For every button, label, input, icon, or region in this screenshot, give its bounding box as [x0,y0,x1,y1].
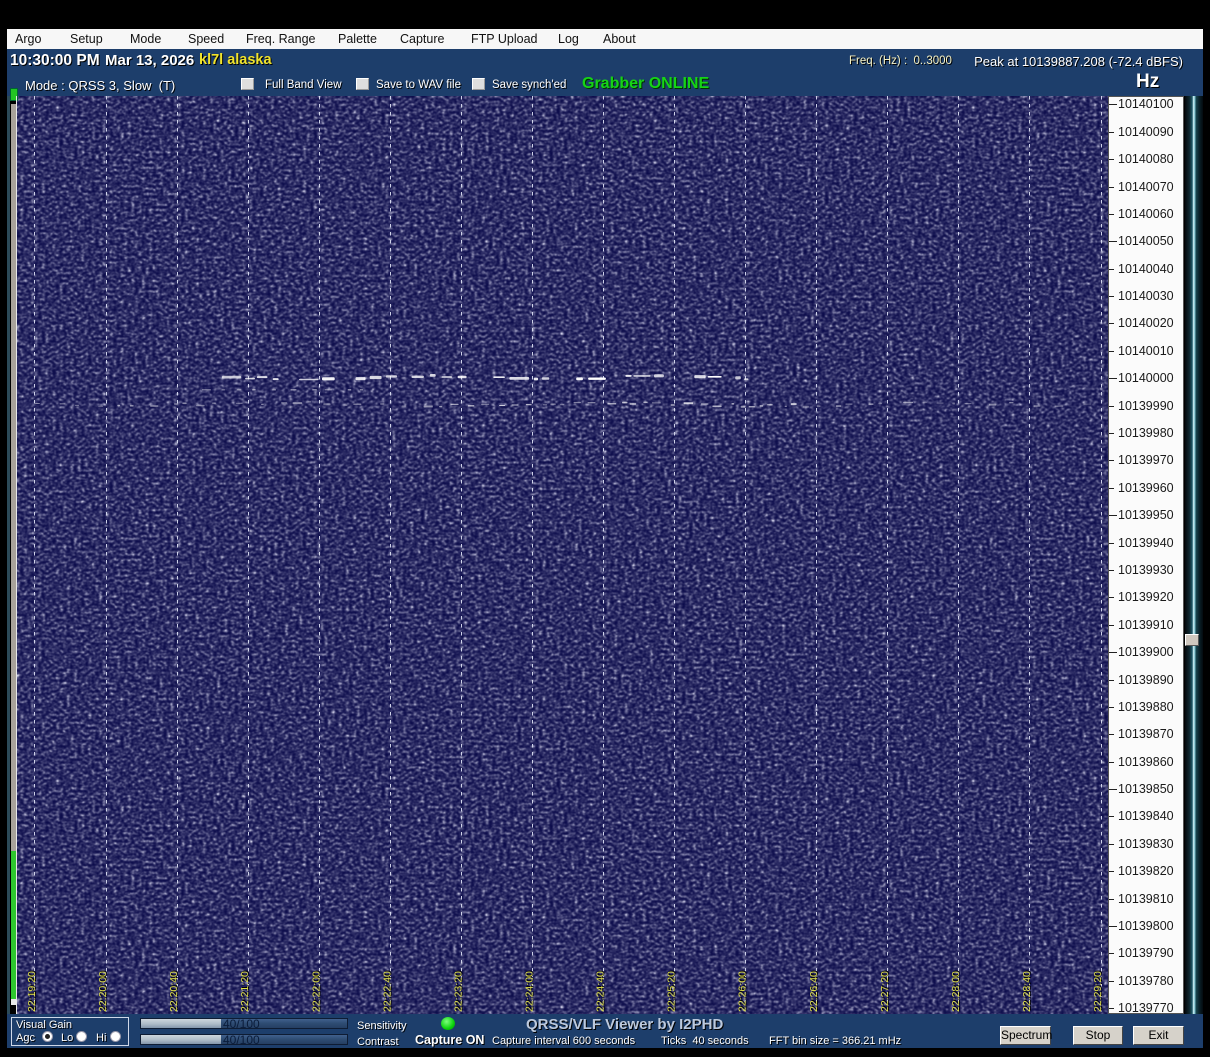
svg-text:22:22:00: 22:22:00 [310,971,322,1012]
svg-text:22:27:20: 22:27:20 [879,971,891,1012]
svg-text:22:25:20: 22:25:20 [666,971,678,1012]
svg-text:22:24:00: 22:24:00 [524,971,536,1012]
svg-text:22:19:20: 22:19:20 [26,971,38,1012]
svg-text:22:29:20: 22:29:20 [1092,971,1104,1012]
svg-text:22:22:40: 22:22:40 [381,971,393,1012]
svg-text:22:21:20: 22:21:20 [239,971,251,1012]
svg-text:22:26:40: 22:26:40 [808,971,820,1012]
svg-text:22:28:00: 22:28:00 [950,971,962,1012]
svg-text:22:28:40: 22:28:40 [1021,971,1033,1012]
svg-text:22:24:40: 22:24:40 [595,971,607,1012]
svg-text:22:20:40: 22:20:40 [168,971,180,1012]
svg-text:22:20:00: 22:20:00 [97,971,109,1012]
svg-text:22:23:20: 22:23:20 [452,971,464,1012]
svg-text:22:26:00: 22:26:00 [737,971,749,1012]
